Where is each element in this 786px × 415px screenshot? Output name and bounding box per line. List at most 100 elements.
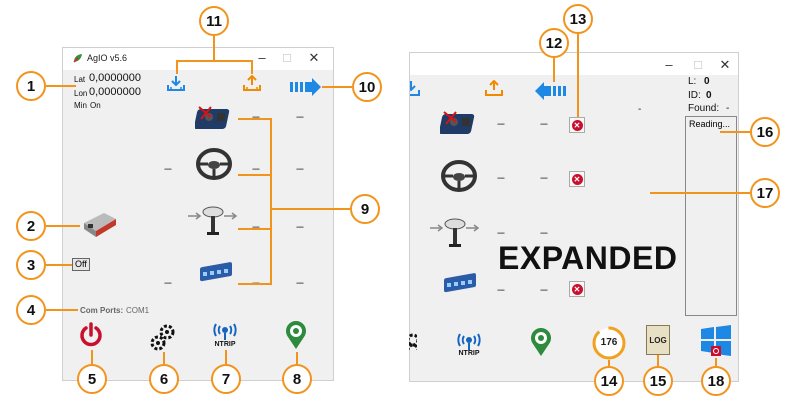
ntrip-label: NTRIP <box>214 341 236 348</box>
l-label: L: <box>688 76 697 87</box>
location-pin-icon-expanded[interactable] <box>530 327 552 362</box>
machine-status-0: --- <box>164 278 172 289</box>
lat-value: 0,0000000 <box>89 72 141 84</box>
expanded-caption: EXPANDED <box>498 240 678 276</box>
annotation-5: 5 <box>77 364 107 394</box>
upload-icon[interactable] <box>242 74 262 98</box>
callout-line-3 <box>46 264 72 266</box>
app-leaf-icon <box>73 53 83 63</box>
close-x-icon-steer[interactable]: ✕ <box>569 171 585 187</box>
annotation-12: 12 <box>539 28 569 58</box>
maximize-button[interactable]: □ <box>278 50 296 65</box>
gps-antenna-icon-expanded[interactable] <box>428 216 480 255</box>
log-label: LOG <box>649 335 667 345</box>
annotation-11: 11 <box>199 6 229 36</box>
gauge-icon[interactable]: 176 <box>591 325 627 361</box>
annotation-6: 6 <box>149 364 179 394</box>
maximize-button-expanded[interactable]: □ <box>689 57 707 72</box>
imu-board-icon[interactable] <box>194 103 235 138</box>
callout-line-9v <box>270 118 272 285</box>
machine-status-e2: --- <box>540 285 548 296</box>
l-value: 0 <box>704 76 710 87</box>
steer-status-e1: --- <box>497 173 505 184</box>
found-value: - <box>726 103 730 114</box>
callout-line-7 <box>225 350 227 364</box>
upload-icon-expanded[interactable] <box>484 79 504 103</box>
power-icon[interactable] <box>78 322 104 353</box>
annotation-7: 7 <box>211 364 241 394</box>
minimize-button[interactable]: – <box>253 50 271 65</box>
callout-line-16 <box>720 131 750 133</box>
callout-line-9d <box>238 283 270 285</box>
gps-status-e2: --- <box>540 228 548 239</box>
annotation-3: 3 <box>16 250 46 280</box>
callout-line-6 <box>163 352 165 364</box>
download-icon[interactable] <box>166 75 186 98</box>
close-button-expanded[interactable]: ✕ <box>716 57 734 73</box>
gps-antenna-icon[interactable] <box>186 204 238 243</box>
arrow-right-icon[interactable] <box>290 78 322 101</box>
imu-board-icon-expanded[interactable] <box>439 108 480 143</box>
callout-line-10 <box>322 86 352 88</box>
callout-line-9c <box>238 228 270 230</box>
annotation-9: 9 <box>350 194 380 224</box>
callout-line-8 <box>296 352 298 364</box>
steer-status-2: --- <box>296 164 304 175</box>
gps-status-2: --- <box>296 222 304 233</box>
com-ports-value: COM1 <box>126 306 150 315</box>
gauge-value: 176 <box>600 337 618 348</box>
title-bar: AgIO v5.6 – □ ✕ <box>63 48 333 70</box>
callout-line-11c <box>213 36 215 61</box>
log-icon[interactable]: LOG <box>646 325 670 355</box>
reading-log-box[interactable]: Reading... <box>685 116 737 316</box>
close-button[interactable]: ✕ <box>305 50 323 66</box>
title-bar-expanded: – □ ✕ <box>410 53 738 75</box>
lon-label: Lon <box>74 89 88 98</box>
annotation-15: 15 <box>643 366 673 396</box>
close-x-icon-machine[interactable]: ✕ <box>569 281 585 297</box>
status-dash-top: - <box>638 104 642 115</box>
off-toggle-button[interactable]: Off <box>72 258 90 271</box>
location-pin-icon[interactable] <box>285 320 307 355</box>
imu-status-e1: --- <box>497 119 505 130</box>
annotation-10: 10 <box>352 72 382 102</box>
gears-icon-partial[interactable] <box>409 330 417 350</box>
arrow-left-icon[interactable] <box>534 82 566 105</box>
callout-line-5 <box>91 350 93 364</box>
callout-line-11v1 <box>176 60 178 74</box>
callout-line-13 <box>577 32 579 117</box>
minimize-button-expanded[interactable]: – <box>660 57 678 72</box>
lon-value: 0,0000000 <box>89 86 141 98</box>
annotation-13: 13 <box>563 4 593 34</box>
lat-label: Lat <box>74 75 86 84</box>
id-value: 0 <box>706 90 712 101</box>
callout-line-9a <box>238 118 270 120</box>
network-module-icon[interactable] <box>80 209 120 244</box>
com-ports-label: Com Ports: <box>80 306 124 315</box>
ntrip-label-expanded: NTRIP <box>458 350 480 357</box>
annotation-14: 14 <box>594 366 624 396</box>
min-value: On <box>90 101 101 110</box>
annotation-18: 18 <box>701 366 731 396</box>
annotation-1: 1 <box>16 71 46 101</box>
close-x-icon-imu[interactable]: ✕ <box>569 117 585 133</box>
reading-text: Reading... <box>689 119 731 129</box>
steering-wheel-icon-expanded[interactable] <box>441 160 477 197</box>
imu-status-e2: --- <box>540 119 548 130</box>
callout-line-9h <box>270 208 350 210</box>
steering-wheel-icon[interactable] <box>196 148 232 185</box>
min-label: Min <box>74 101 87 110</box>
annotation-2: 2 <box>16 211 46 241</box>
callout-line-4 <box>46 309 78 311</box>
download-icon-expanded[interactable] <box>402 80 422 103</box>
annotation-17: 17 <box>750 178 780 208</box>
machine-module-icon[interactable] <box>197 260 235 293</box>
machine-module-icon-expanded[interactable] <box>441 271 479 304</box>
machine-status-e1: --- <box>497 285 505 296</box>
found-label: Found: <box>688 103 720 114</box>
callout-line-17 <box>650 192 750 194</box>
callout-line-9b <box>238 174 270 176</box>
annotation-4: 4 <box>16 295 46 325</box>
id-label: ID: <box>688 90 701 101</box>
callout-line-15 <box>657 355 659 366</box>
